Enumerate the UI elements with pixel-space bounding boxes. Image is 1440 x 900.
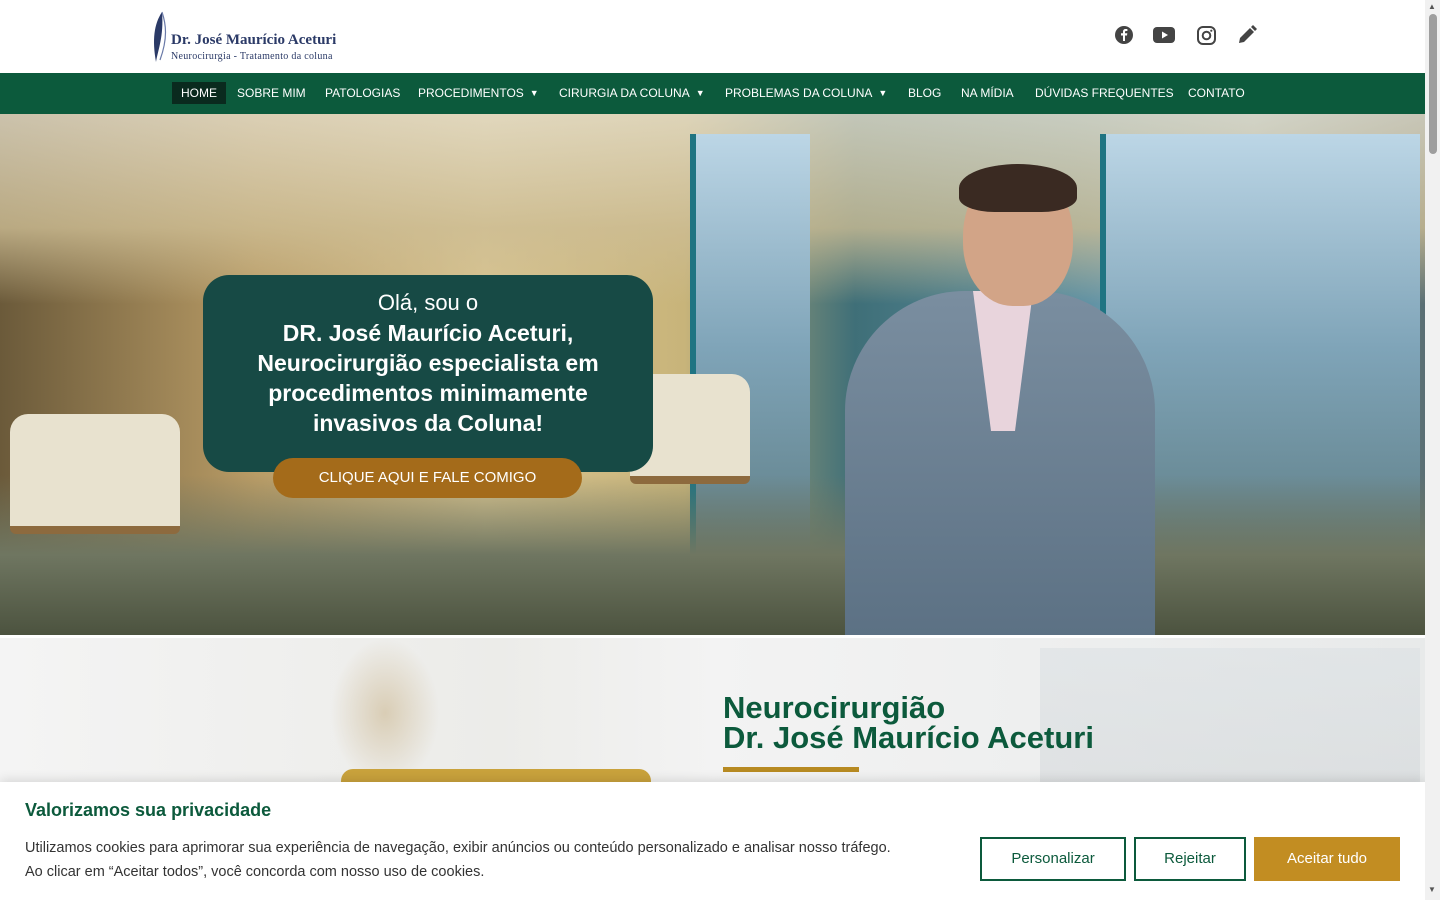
section-title-line: Dr. José Maurício Aceturi — [723, 720, 1094, 755]
nav-item-label: NA MÍDIA — [961, 86, 1014, 100]
nav-item-na-midia[interactable]: NA MÍDIA — [952, 82, 1023, 104]
city-background-image — [1040, 648, 1420, 798]
facebook-icon[interactable] — [1113, 24, 1135, 46]
doctor-hair — [959, 164, 1077, 212]
hero-intro-card: Olá, sou o DR. José Maurício Aceturi, Ne… — [203, 275, 653, 472]
hero-title-line: procedimentos minimamente — [268, 380, 588, 406]
pencil-icon[interactable] — [1236, 24, 1258, 46]
section-title: Neurocirurgião Dr. José Maurício Aceturi — [723, 690, 1094, 755]
hero-title-line: invasivos da Coluna! — [312, 410, 544, 436]
armchair-image — [10, 414, 180, 534]
chevron-down-icon: ▼ — [695, 88, 705, 98]
instagram-icon[interactable] — [1195, 24, 1217, 46]
spine-image — [330, 638, 440, 788]
nav-item-label: HOME — [181, 86, 217, 100]
logo-name: Dr. José Maurício Aceturi — [171, 32, 337, 48]
main-nav: HOME SOBRE MIM PATOLOGIAS PROCEDIMENTOS ▼… — [0, 73, 1425, 114]
nav-item-problemas-da-coluna[interactable]: PROBLEMAS DA COLUNA ▼ — [716, 82, 896, 104]
nav-item-procedimentos[interactable]: PROCEDIMENTOS ▼ — [409, 82, 548, 104]
site-logo[interactable]: Dr. José Maurício Aceturi Neurocirurgia … — [150, 8, 360, 66]
accept-all-button[interactable]: Aceitar tudo — [1254, 837, 1400, 881]
nav-item-label: CIRURGIA DA COLUNA — [559, 86, 690, 100]
hero-floor — [0, 475, 1425, 635]
nav-item-duvidas-frequentes[interactable]: DÚVIDAS FREQUENTES — [1026, 82, 1183, 104]
nav-item-label: SOBRE MIM — [237, 86, 306, 100]
logo-feather-icon — [154, 11, 167, 62]
nav-item-label: DÚVIDAS FREQUENTES — [1035, 86, 1174, 100]
nav-item-label: CONTATO — [1188, 86, 1245, 100]
scrollbar-thumb[interactable] — [1429, 14, 1437, 154]
hero-title-line: DR. José Maurício Aceturi, — [282, 320, 574, 346]
nav-item-home[interactable]: HOME — [172, 82, 226, 104]
scroll-up-icon[interactable]: ▲ — [1428, 2, 1436, 11]
nav-item-label: BLOG — [908, 86, 942, 100]
customize-button[interactable]: Personalizar — [980, 837, 1126, 881]
nav-item-label: PROBLEMAS DA COLUNA — [725, 86, 873, 100]
hero-title: DR. José Maurício Aceturi, Neurocirurgiã… — [223, 318, 633, 438]
nav-item-cirurgia-da-coluna[interactable]: CIRURGIA DA COLUNA ▼ — [550, 82, 714, 104]
hero-greeting: Olá, sou o — [377, 290, 479, 315]
cookie-title: Valorizamos sua privacidade — [25, 800, 272, 820]
nav-item-contato[interactable]: CONTATO — [1179, 82, 1254, 104]
chevron-down-icon: ▼ — [878, 88, 888, 98]
logo-tagline: Neurocirurgia - Tratamento da coluna — [171, 51, 333, 62]
doctor-photo — [845, 164, 1155, 635]
title-underline — [723, 767, 859, 772]
nav-item-sobre-mim[interactable]: SOBRE MIM — [228, 82, 315, 104]
youtube-icon[interactable] — [1153, 24, 1175, 46]
chevron-down-icon: ▼ — [529, 88, 539, 98]
cookie-description: Utilizamos cookies para aprimorar sua ex… — [25, 836, 970, 884]
reject-button[interactable]: Rejeitar — [1134, 837, 1246, 881]
contact-cta-button[interactable]: CLIQUE AQUI E FALE COMIGO — [273, 458, 582, 498]
cookie-text-line: Utilizamos cookies para aprimorar sua ex… — [25, 840, 891, 856]
hero-banner: Olá, sou o DR. José Maurício Aceturi, Ne… — [0, 114, 1425, 635]
hero-title-line: Neurocirurgião especialista em — [257, 350, 599, 376]
scroll-down-icon[interactable]: ▼ — [1428, 885, 1436, 894]
cookie-text-line: Ao clicar em “Aceitar todos”, você conco… — [25, 864, 485, 880]
nav-item-blog[interactable]: BLOG — [899, 82, 950, 104]
site-header: Dr. José Maurício Aceturi Neurocirurgia … — [0, 0, 1425, 73]
nav-item-label: PATOLOGIAS — [325, 86, 401, 100]
page-scrollbar[interactable]: ▲ ▼ — [1425, 0, 1440, 900]
cookie-consent-banner: Valorizamos sua privacidade Utilizamos c… — [0, 782, 1425, 900]
nav-item-label: PROCEDIMENTOS — [418, 86, 524, 100]
nav-item-patologias[interactable]: PATOLOGIAS — [316, 82, 409, 104]
section-title-line: Neurocirurgião — [723, 690, 946, 725]
